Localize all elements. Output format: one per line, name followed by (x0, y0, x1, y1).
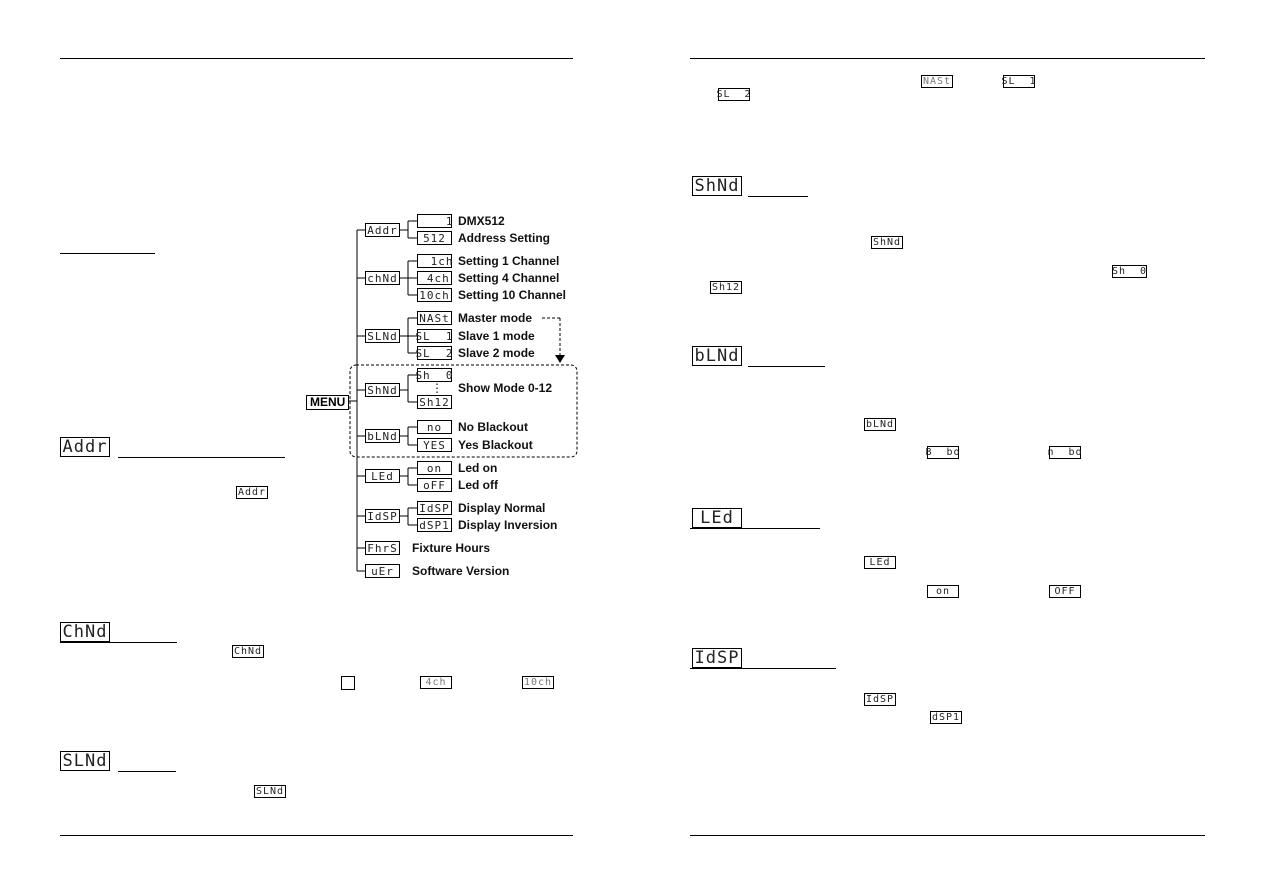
menu-option-display: 1ch (415, 254, 454, 268)
menu-option-label: Show Mode 0-12 (458, 381, 553, 395)
menu-option-label: Led on (458, 461, 498, 475)
shnd-heading-display: ShNd (692, 176, 742, 196)
menu-option-display: 1 (415, 214, 454, 228)
led-off-display: OFF (1049, 585, 1081, 598)
menu-option-label: Setting 4 Channel (458, 271, 560, 285)
menu-branch-chnd: chNd (365, 271, 400, 285)
idsp-heading-display: IdSP (692, 648, 742, 668)
menu-root-box: MENU (306, 395, 350, 410)
menu-option-display: no (417, 420, 452, 434)
shnd-heading-underline (748, 196, 808, 197)
menu-option-label: Address Setting (458, 231, 551, 245)
menu-option-display: 512 (417, 231, 452, 245)
menu-option-display: 10ch (417, 288, 452, 302)
blackout-no-display: n bo (1047, 446, 1083, 459)
menu-option-label: Master mode (458, 311, 533, 325)
menu-option-label: No Blackout (458, 420, 529, 434)
dsp1-display: dSP1 (930, 711, 962, 724)
idsp-inline-display: IdSP (864, 693, 896, 706)
menu-option-label: DMX512 (458, 214, 505, 228)
blnd-heading-display: bLNd (692, 346, 742, 366)
menu-option-label: Software Version (412, 564, 510, 578)
menu-option-display: Sh12 (417, 395, 452, 409)
menu-option-display: SL 2 (415, 346, 454, 360)
menu-option-label: Setting 10 Channel (458, 288, 567, 302)
menu-option-label: Setting 1 Channel (458, 254, 560, 268)
menu-option-label: Led off (458, 478, 498, 492)
master-display: NASt (921, 75, 953, 88)
arrow-down-icon (555, 355, 565, 363)
menu-branch-fhrs: FhrS (365, 541, 400, 555)
manual-spread: Addr Addr ChNd ChNd 4ch 10ch SLNd SLNd M… (0, 0, 1263, 893)
menu-branch-shnd: ShNd (365, 383, 400, 397)
menu-option-display: NASt (417, 311, 452, 325)
menu-branch-idsp: IdSP (365, 509, 400, 523)
blackout-yes-display: B bo (925, 446, 961, 459)
blnd-heading-underline (748, 366, 825, 367)
menu-option-label: Display Inversion (458, 518, 558, 532)
menu-option-display: IdSP (417, 501, 452, 515)
menu-option-display: YES (417, 438, 452, 452)
menu-option-label: Slave 2 mode (458, 346, 535, 360)
menu-option-display: Sh 0 (415, 368, 454, 382)
led-inline-display: LEd (864, 556, 896, 569)
led-on-display: on (927, 585, 959, 598)
menu-option-label: Slave 1 mode (458, 329, 535, 343)
menu-branch-led: LEd (365, 469, 400, 483)
menu-option-display: 4ch (417, 271, 452, 285)
shnd-inline-display: ShNd (871, 236, 903, 249)
menu-option-display: on (417, 461, 452, 475)
menu-branch-addr: Addr (365, 223, 400, 237)
menu-branch-blnd: bLNd (365, 429, 400, 443)
slave2-display: SL 2 (716, 88, 752, 101)
sh0-display: Sh 0 (1111, 265, 1148, 278)
menu-option-display: oFF (417, 478, 452, 492)
led-heading-display: LEd (692, 508, 742, 528)
ellipsis-dots: ⋮ (431, 381, 443, 395)
menu-branch-slnd: SLNd (365, 329, 400, 343)
menu-branch-uer: uEr (365, 564, 400, 578)
led-heading-underline (690, 528, 820, 529)
menu-option-label: Display Normal (458, 501, 546, 515)
blnd-inline-display: bLNd (864, 418, 896, 431)
menu-option-label: Yes Blackout (458, 438, 533, 452)
idsp-heading-underline (690, 668, 836, 669)
menu-option-display: dSP1 (417, 518, 452, 532)
menu-option-display: SL 1 (415, 329, 454, 343)
menu-option-label: Fixture Hours (412, 541, 491, 555)
sh12-display: Sh12 (710, 281, 742, 294)
slave1-display: SL 1 (1001, 75, 1037, 88)
